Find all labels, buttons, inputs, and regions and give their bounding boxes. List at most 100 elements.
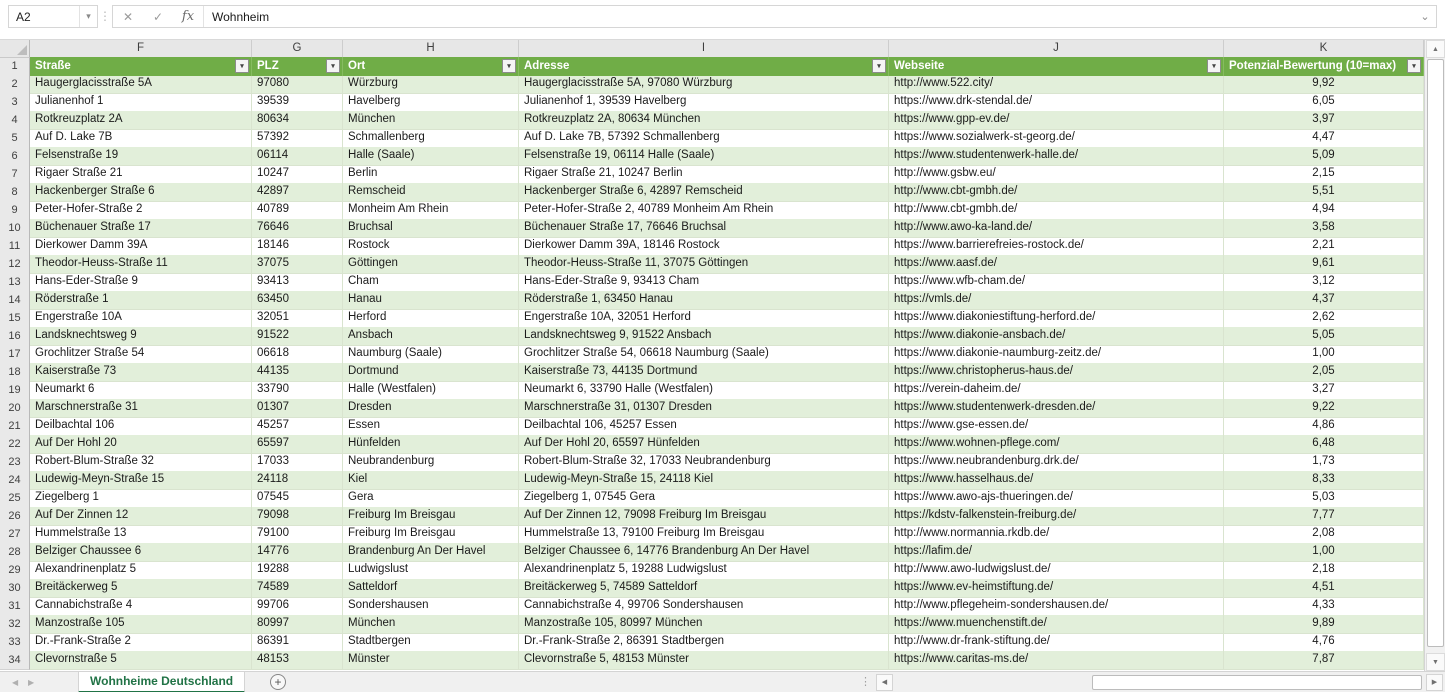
cell-webseite[interactable]: http://www.gsbw.eu/: [889, 165, 1224, 184]
cell-bewertung[interactable]: 9,89: [1224, 615, 1424, 634]
cell-strasse[interactable]: Rigaer Straße 21: [30, 165, 252, 184]
cell-bewertung[interactable]: 2,62: [1224, 309, 1424, 328]
cell-adresse[interactable]: Marschnerstraße 31, 01307 Dresden: [519, 399, 889, 418]
cell-adresse[interactable]: Rotkreuzplatz 2A, 80634 München: [519, 111, 889, 130]
cell-ort[interactable]: Rostock: [343, 237, 519, 256]
cell-strasse[interactable]: Marschnerstraße 31: [30, 399, 252, 418]
cell-bewertung[interactable]: 8,33: [1224, 471, 1424, 490]
cell-strasse[interactable]: Engerstraße 10A: [30, 309, 252, 328]
cell-adresse[interactable]: Deilbachtal 106, 45257 Essen: [519, 417, 889, 436]
column-letter-K[interactable]: K: [1224, 40, 1424, 58]
cell-bewertung[interactable]: 3,12: [1224, 273, 1424, 292]
cell-bewertung[interactable]: 9,22: [1224, 399, 1424, 418]
cell-ort[interactable]: Dortmund: [343, 363, 519, 382]
cell-strasse[interactable]: Belziger Chaussee 6: [30, 543, 252, 562]
cell-webseite[interactable]: https://www.studentenwerk-dresden.de/: [889, 399, 1224, 418]
cell-strasse[interactable]: Hans-Eder-Straße 9: [30, 273, 252, 292]
cell-adresse[interactable]: Hackenberger Straße 6, 42897 Remscheid: [519, 183, 889, 202]
cell-webseite[interactable]: https://kdstv-falkenstein-freiburg.de/: [889, 507, 1224, 526]
header-strasse[interactable]: Straße ▾: [30, 57, 252, 76]
cell-plz[interactable]: 57392: [252, 129, 343, 148]
cell-plz[interactable]: 19288: [252, 561, 343, 580]
column-letter-H[interactable]: H: [343, 40, 519, 58]
cell-webseite[interactable]: https://www.neubrandenburg.drk.de/: [889, 453, 1224, 472]
formula-bar-value[interactable]: Wohnheim: [212, 10, 1414, 24]
cell-ort[interactable]: Bruchsal: [343, 219, 519, 238]
row-number[interactable]: 20: [0, 399, 30, 418]
row-number[interactable]: 3: [0, 93, 30, 112]
cell-plz[interactable]: 79098: [252, 507, 343, 526]
column-letter-G[interactable]: G: [252, 40, 343, 58]
cell-strasse[interactable]: Rotkreuzplatz 2A: [30, 111, 252, 130]
row-number[interactable]: 18: [0, 363, 30, 382]
cell-ort[interactable]: Havelberg: [343, 93, 519, 112]
sheet-tab-wohnheime-deutschland[interactable]: Wohnheime Deutschland: [78, 672, 246, 692]
cell-webseite[interactable]: https://www.hasselhaus.de/: [889, 471, 1224, 490]
cell-strasse[interactable]: Julianenhof 1: [30, 93, 252, 112]
cell-ort[interactable]: Hanau: [343, 291, 519, 310]
cell-adresse[interactable]: Peter-Hofer-Straße 2, 40789 Monheim Am R…: [519, 201, 889, 220]
cell-webseite[interactable]: https://www.diakonie-ansbach.de/: [889, 327, 1224, 346]
cell-strasse[interactable]: Hummelstraße 13: [30, 525, 252, 544]
row-number[interactable]: 29: [0, 561, 30, 580]
cell-webseite[interactable]: https://www.studentenwerk-halle.de/: [889, 147, 1224, 166]
cell-webseite[interactable]: https://www.wfb-cham.de/: [889, 273, 1224, 292]
header-plz[interactable]: PLZ ▾: [252, 57, 343, 76]
cell-webseite[interactable]: http://www.dr-frank-stiftung.de/: [889, 633, 1224, 652]
cell-strasse[interactable]: Kaiserstraße 73: [30, 363, 252, 382]
cell-bewertung[interactable]: 5,05: [1224, 327, 1424, 346]
row-number[interactable]: 34: [0, 651, 30, 670]
cell-strasse[interactable]: Theodor-Heuss-Straße 11: [30, 255, 252, 274]
row-number[interactable]: 12: [0, 255, 30, 274]
cell-adresse[interactable]: Büchenauer Straße 17, 76646 Bruchsal: [519, 219, 889, 238]
cell-webseite[interactable]: https://verein-daheim.de/: [889, 381, 1224, 400]
cell-webseite[interactable]: https://www.wohnen-pflege.com/: [889, 435, 1224, 454]
cell-plz[interactable]: 17033: [252, 453, 343, 472]
cell-webseite[interactable]: https://www.muenchenstift.de/: [889, 615, 1224, 634]
cell-webseite[interactable]: http://www.normannia.rkdb.de/: [889, 525, 1224, 544]
cell-strasse[interactable]: Ziegelberg 1: [30, 489, 252, 508]
cell-webseite[interactable]: http://www.cbt-gmbh.de/: [889, 201, 1224, 220]
cell-bewertung[interactable]: 4,37: [1224, 291, 1424, 310]
column-letter-F[interactable]: F: [30, 40, 252, 58]
row-number[interactable]: 30: [0, 579, 30, 598]
cell-webseite[interactable]: http://www.awo-ludwigslust.de/: [889, 561, 1224, 580]
cell-adresse[interactable]: Belziger Chaussee 6, 14776 Brandenburg A…: [519, 543, 889, 562]
cell-plz[interactable]: 65597: [252, 435, 343, 454]
scroll-right-icon[interactable]: ▶: [1426, 674, 1443, 691]
cell-strasse[interactable]: Ludewig-Meyn-Straße 15: [30, 471, 252, 490]
cell-ort[interactable]: Göttingen: [343, 255, 519, 274]
cell-bewertung[interactable]: 1,73: [1224, 453, 1424, 472]
cell-plz[interactable]: 37075: [252, 255, 343, 274]
insert-function-icon[interactable]: fx: [173, 9, 203, 24]
cell-bewertung[interactable]: 2,05: [1224, 363, 1424, 382]
cell-webseite[interactable]: https://www.caritas-ms.de/: [889, 651, 1224, 670]
cell-strasse[interactable]: Deilbachtal 106: [30, 417, 252, 436]
cell-bewertung[interactable]: 3,27: [1224, 381, 1424, 400]
cell-strasse[interactable]: Dierkower Damm 39A: [30, 237, 252, 256]
cell-webseite[interactable]: https://lafim.de/: [889, 543, 1224, 562]
row-number[interactable]: 6: [0, 147, 30, 166]
cell-adresse[interactable]: Haugerglacisstraße 5A, 97080 Würzburg: [519, 75, 889, 94]
cell-plz[interactable]: 06618: [252, 345, 343, 364]
cell-bewertung[interactable]: 1,00: [1224, 543, 1424, 562]
cell-ort[interactable]: München: [343, 615, 519, 634]
cell-strasse[interactable]: Peter-Hofer-Straße 2: [30, 201, 252, 220]
select-all-corner[interactable]: [0, 40, 30, 58]
cell-ort[interactable]: Naumburg (Saale): [343, 345, 519, 364]
cell-adresse[interactable]: Auf D. Lake 7B, 57392 Schmallenberg: [519, 129, 889, 148]
cell-bewertung[interactable]: 2,21: [1224, 237, 1424, 256]
cell-adresse[interactable]: Dr.-Frank-Straße 2, 86391 Stadtbergen: [519, 633, 889, 652]
cell-plz[interactable]: 44135: [252, 363, 343, 382]
cell-ort[interactable]: Halle (Saale): [343, 147, 519, 166]
cell-strasse[interactable]: Manzostraße 105: [30, 615, 252, 634]
row-number[interactable]: 26: [0, 507, 30, 526]
header-bewertung[interactable]: Potenzial-Bewertung (10=max) ▾: [1224, 57, 1424, 76]
cell-adresse[interactable]: Grochlitzer Straße 54, 06618 Naumburg (S…: [519, 345, 889, 364]
cell-plz[interactable]: 74589: [252, 579, 343, 598]
cell-ort[interactable]: Ansbach: [343, 327, 519, 346]
cell-ort[interactable]: Münster: [343, 651, 519, 670]
cell-ort[interactable]: Monheim Am Rhein: [343, 201, 519, 220]
sheet-nav-right-icon[interactable]: ▶: [28, 672, 34, 692]
cell-ort[interactable]: Freiburg Im Breisgau: [343, 507, 519, 526]
